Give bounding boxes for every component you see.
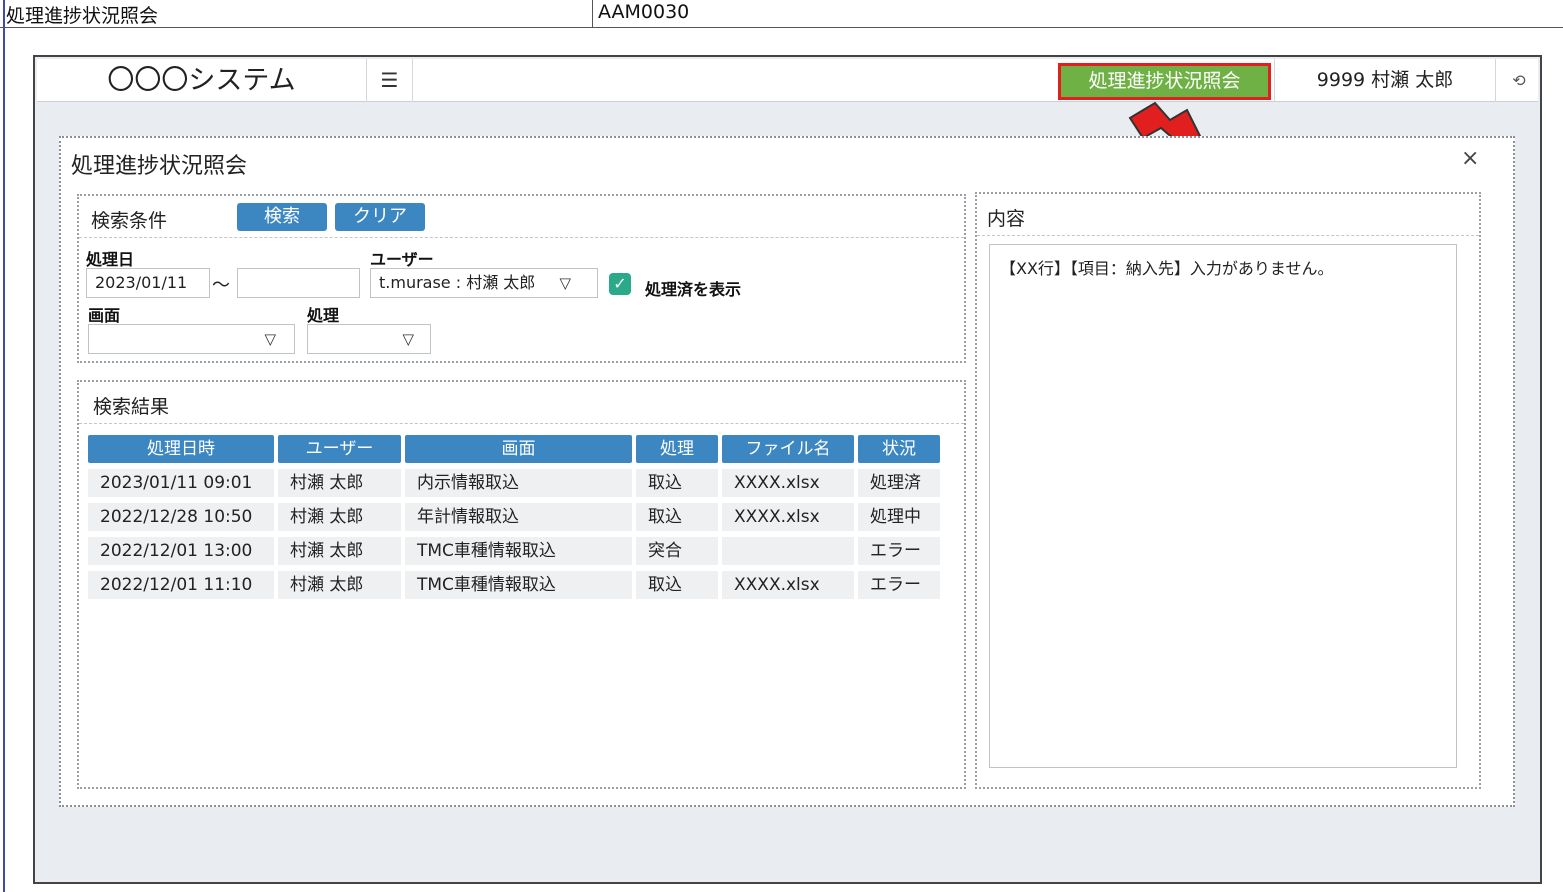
table-row-cell[interactable]: 処理済	[858, 469, 940, 497]
sheet-edge	[3, 0, 5, 892]
date-range-tilde: ～	[212, 275, 230, 296]
column-header-datetime[interactable]: 処理日時	[88, 435, 274, 463]
table-row-cell[interactable]: 取込	[636, 469, 718, 497]
search-conditions-title: 検索条件	[91, 210, 168, 232]
top-bar: 〇〇〇システム ☰ 処理進捗状況照会 9999 村瀬 太郎 ⟲	[37, 59, 1538, 102]
column-header-filename[interactable]: ファイル名	[722, 435, 854, 463]
date-label: 処理日	[86, 250, 135, 269]
column-header-user[interactable]: ユーザー	[278, 435, 401, 463]
table-row-cell[interactable]: 取込	[636, 503, 718, 531]
user-select-value: t.murase : 村瀬 太郎	[379, 273, 536, 292]
panel-title: 処理進捗状況照会	[71, 154, 248, 179]
process-label: 処理	[307, 306, 340, 325]
progress-panel: 処理進捗状況照会 × 検索条件 検索 クリア 処理日 2023/01/11 ～ …	[59, 136, 1515, 807]
detail-content: 内容 【XX行】【項目：納入先】入力がありません。	[975, 192, 1481, 789]
table-row-cell[interactable]: エラー	[858, 537, 940, 565]
table-row-cell[interactable]: TMC車種情報取込	[405, 537, 632, 565]
date-from-input[interactable]: 2023/01/11	[86, 268, 210, 298]
sheet-cell-id: AAM0030	[598, 1, 690, 23]
user-display: 9999 村瀬 太郎	[1274, 59, 1496, 102]
search-results-header: 検索結果	[79, 382, 964, 424]
detail-content-title: 内容	[987, 208, 1026, 230]
table-row-cell[interactable]: XXXX.xlsx	[722, 503, 854, 531]
detail-message: 【XX行】【項目：納入先】入力がありません。	[1000, 259, 1334, 278]
close-icon[interactable]: ×	[1461, 146, 1479, 171]
table-row-cell[interactable]: XXXX.xlsx	[722, 571, 854, 599]
sheet-header-row: 処理進捗状況照会 AAM0030	[0, 0, 1563, 28]
table-row-cell[interactable]: TMC車種情報取込	[405, 571, 632, 599]
column-header-process[interactable]: 処理	[636, 435, 718, 463]
show-processed-checkbox[interactable]: ✓	[609, 273, 631, 295]
table-row-cell[interactable]: 突合	[636, 537, 718, 565]
table-row-cell[interactable]: 村瀬 太郎	[278, 503, 401, 531]
table-row-cell[interactable]: 2023/01/11 09:01	[88, 469, 274, 497]
table-row-cell[interactable]: 2022/12/01 13:00	[88, 537, 274, 565]
screen-label: 画面	[88, 306, 121, 325]
sheet-divider	[592, 0, 593, 28]
user-select[interactable]: t.murase : 村瀬 太郎 ▽	[370, 268, 598, 298]
show-processed-label: 処理済を表示	[645, 280, 742, 299]
chevron-down-icon: ▽	[402, 330, 414, 348]
brand-title: 〇〇〇システム	[37, 59, 367, 102]
date-to-input[interactable]	[237, 268, 360, 298]
table-row-cell[interactable]	[722, 537, 854, 565]
hamburger-menu-icon[interactable]: ☰	[367, 59, 413, 102]
table-row-cell[interactable]: エラー	[858, 571, 940, 599]
table-row-cell[interactable]: 内示情報取込	[405, 469, 632, 497]
table-row-cell[interactable]: 2022/12/01 11:10	[88, 571, 274, 599]
table-row-cell[interactable]: XXXX.xlsx	[722, 469, 854, 497]
table-row-cell[interactable]: 村瀬 太郎	[278, 537, 401, 565]
logout-icon[interactable]: ⟲	[1496, 59, 1542, 102]
search-results-title: 検索結果	[93, 396, 170, 418]
table-row-cell[interactable]: 村瀬 太郎	[278, 469, 401, 497]
column-header-status[interactable]: 状況	[858, 435, 940, 463]
sheet-cell-title: 処理進捗状況照会	[6, 5, 159, 27]
table-row-cell[interactable]: 村瀬 太郎	[278, 571, 401, 599]
search-conditions-header: 検索条件 検索 クリア	[79, 196, 964, 238]
user-label: ユーザー	[370, 250, 434, 269]
search-conditions: 検索条件 検索 クリア 処理日 2023/01/11 ～ ユーザー t.mura…	[77, 194, 966, 363]
chevron-down-icon: ▽	[559, 274, 571, 292]
clear-button[interactable]: クリア	[335, 203, 425, 231]
search-results: 検索結果 処理日時 ユーザー 画面 処理 ファイル名 状況 2023/01/11…	[77, 380, 966, 789]
detail-content-header: 内容	[977, 194, 1479, 236]
table-row-cell[interactable]: 取込	[636, 571, 718, 599]
screen-tab-progress[interactable]: 処理進捗状況照会	[1058, 63, 1271, 100]
column-header-screen[interactable]: 画面	[405, 435, 632, 463]
table-row-cell[interactable]: 2022/12/28 10:50	[88, 503, 274, 531]
table-row-cell[interactable]: 年計情報取込	[405, 503, 632, 531]
detail-textarea[interactable]: 【XX行】【項目：納入先】入力がありません。	[989, 244, 1457, 768]
table-row-cell[interactable]: 処理中	[858, 503, 940, 531]
screen-select[interactable]: ▽	[88, 324, 295, 354]
process-select[interactable]: ▽	[307, 324, 431, 354]
search-button[interactable]: 検索	[237, 203, 327, 231]
chevron-down-icon: ▽	[264, 330, 276, 348]
